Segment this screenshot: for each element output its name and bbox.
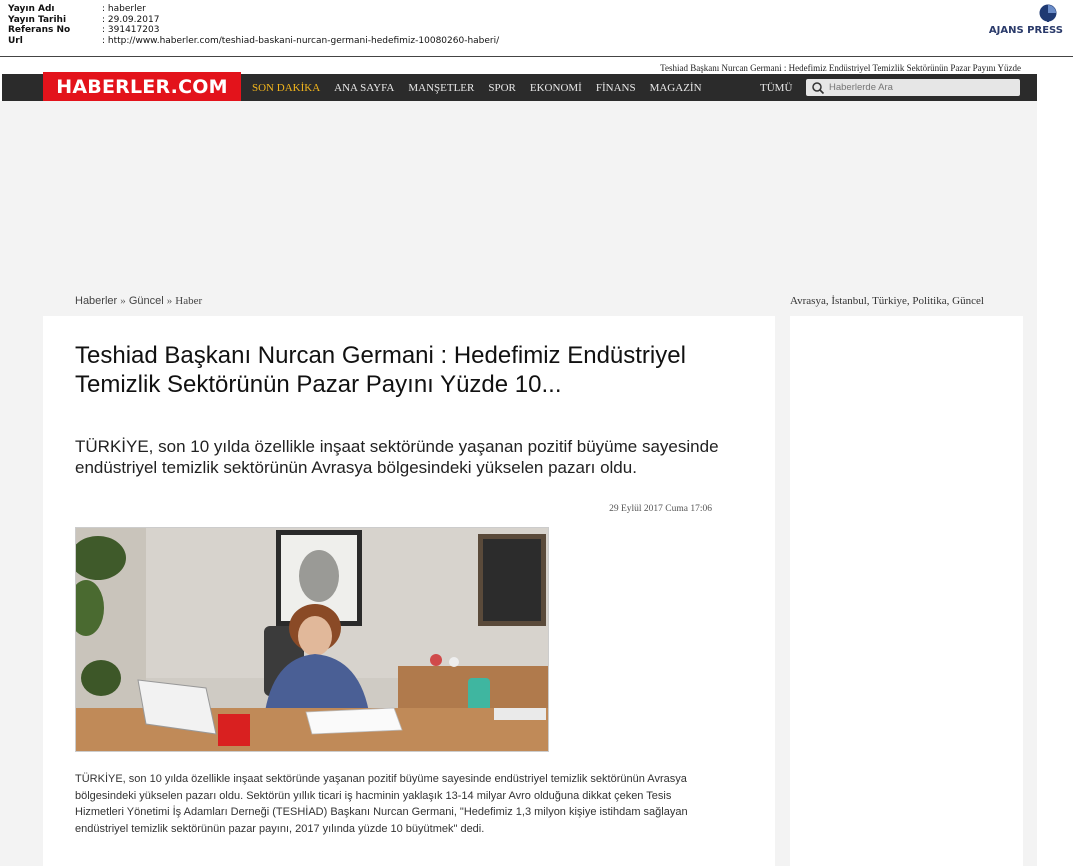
meta-key: Url: [8, 35, 23, 46]
nav-menu: SON DAKİKA ANA SAYFA MANŞETLER SPOR EKON…: [252, 74, 716, 101]
breadcrumb-page: Haber: [175, 295, 203, 307]
meta-key: Yayın Tarihi: [8, 14, 67, 25]
agency-logo: AJANS PRESS: [989, 4, 1063, 36]
nav-item-son-dakika[interactable]: SON DAKİKA: [252, 82, 320, 94]
office-portrait-image: [76, 528, 548, 751]
breadcrumb-separator: »: [120, 295, 126, 307]
article-photo[interactable]: [75, 527, 549, 752]
nav-item-finans[interactable]: FİNANS: [596, 82, 636, 94]
article-date: 29 Eylül 2017 Cuma 17:06: [609, 504, 712, 514]
clipping-meta: Yayın Adı : haberler Yayın Tarihi : 29.09.…: [8, 4, 499, 46]
search-box: [806, 79, 1020, 96]
main-navbar: HABERLER.COM SON DAKİKA ANA SAYFA MANŞET…: [2, 72, 1037, 101]
article-summary: TÜRKİYE, son 10 yılda özellikle inşaat s…: [75, 437, 719, 477]
meta-value: : 391417203: [102, 25, 160, 35]
breadcrumb: Haberler » Güncel » Haber: [75, 295, 202, 307]
nav-item-ekonomi[interactable]: EKONOMİ: [530, 82, 582, 94]
breadcrumb-home[interactable]: Haberler: [75, 295, 117, 307]
nav-item-mansetler[interactable]: MANŞETLER: [408, 82, 474, 94]
meta-value: : haberler: [102, 4, 146, 14]
agency-logo-icon: [1039, 4, 1057, 22]
article-tags[interactable]: Avrasya, İstanbul, Türkiye, Politika, Gü…: [790, 295, 984, 307]
meta-key: Yayın Adı: [8, 4, 55, 14]
nav-item-ana-sayfa[interactable]: ANA SAYFA: [334, 82, 394, 94]
meta-row-date: Yayın Tarihi : 29.09.2017: [8, 15, 499, 26]
meta-row-reference: Referans No : 391417203: [8, 25, 499, 36]
header-divider: [0, 56, 1073, 57]
nav-item-tumu[interactable]: TÜMÜ: [760, 74, 792, 101]
headline-ticker: Teshiad Başkanı Nurcan Germani : Hedefim…: [660, 63, 1021, 73]
meta-row-url: Url : http://www.haberler.com/teshiad-bas…: [8, 36, 499, 47]
meta-row-publication: Yayın Adı : haberler: [8, 4, 499, 15]
article-title: Teshiad Başkanı Nurcan Germani : Hedefim…: [75, 342, 686, 398]
breadcrumb-section[interactable]: Güncel: [129, 295, 164, 307]
search-icon[interactable]: [811, 81, 825, 95]
article-body: TÜRKİYE, son 10 yılda özellikle inşaat s…: [75, 773, 688, 835]
nav-item-magazin[interactable]: MAGAZİN: [650, 82, 702, 94]
search-input[interactable]: [829, 82, 1009, 93]
meta-value: : http://www.haberler.com/teshiad-baskan…: [102, 35, 500, 46]
sidebar-panel: [790, 316, 1023, 866]
meta-value: : 29.09.2017: [102, 14, 160, 25]
meta-key: Referans No: [8, 25, 71, 35]
site-logo[interactable]: HABERLER.COM: [43, 72, 241, 101]
nav-item-spor[interactable]: SPOR: [488, 82, 516, 94]
article-card: Teshiad Başkanı Nurcan Germani : Hedefim…: [43, 316, 775, 866]
breadcrumb-separator: »: [166, 295, 173, 307]
agency-name: AJANS PRESS: [988, 25, 1063, 36]
